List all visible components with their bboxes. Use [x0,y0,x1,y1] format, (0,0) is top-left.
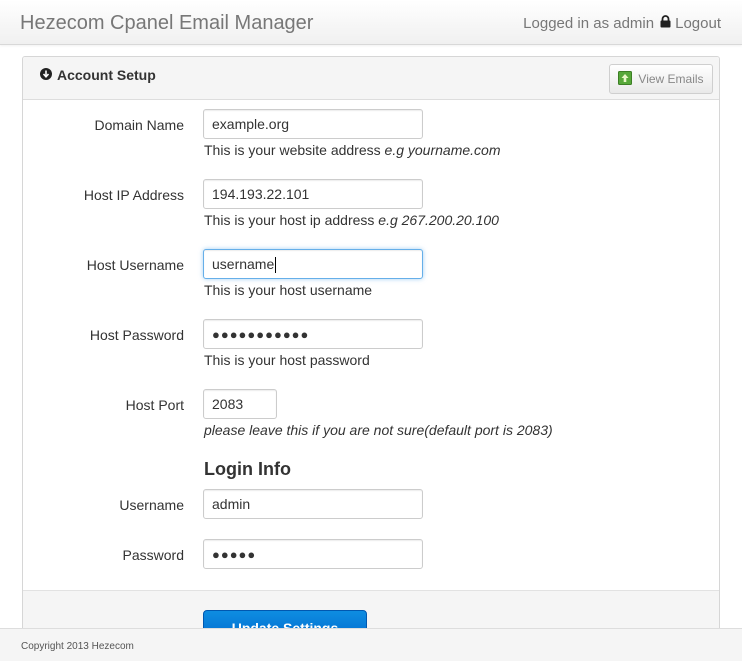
green-up-arrow-icon [618,70,633,88]
account-setup-panel: Account Setup View Emails Domain Name ex… [22,56,720,646]
panel-title: Account Setup [40,67,156,83]
host-ip-input[interactable]: 194.193.22.101 [203,179,423,209]
password-input[interactable]: ●●●●● [203,539,423,569]
domain-name-input[interactable]: example.org [203,109,423,139]
host-ip-label: Host IP Address [83,187,184,203]
login-info-heading: Login Info [204,459,291,479]
host-port-label: Host Port [125,397,184,413]
domain-name-label: Domain Name [94,117,184,133]
host-ip-help-example: e.g 267.200.20.100 [378,212,499,228]
domain-help-example: e.g yourname.com [384,142,501,158]
username-value: admin [212,496,251,512]
username-label: Username [119,497,184,513]
host-ip-value: 194.193.22.101 [212,186,310,202]
host-port-help: please leave this if you are not sure(de… [204,422,553,438]
host-password-input[interactable]: ●●●●●●●●●●● [203,319,423,349]
domain-help-text: This is your website address [204,142,381,158]
logged-in-text: Logged in as admin [523,15,655,32]
logout-link[interactable]: Logout [675,15,721,32]
host-ip-help: This is your host ip address e.g 267.200… [204,212,499,228]
panel-header: Account Setup View Emails [23,57,719,100]
host-username-label: Host Username [86,257,184,273]
top-navbar: Hezecom Cpanel Email Manager Logged in a… [0,0,742,45]
host-password-label: Host Password [89,327,184,343]
host-ip-help-text: This is your host ip address [204,212,375,228]
host-username-value: username [212,256,275,272]
circle-arrow-down-icon [40,67,52,83]
view-emails-button[interactable]: View Emails [609,64,713,94]
host-username-help: This is your host username [204,282,373,298]
host-username-input[interactable]: username [203,249,423,279]
host-password-help: This is your host password [204,352,370,368]
host-port-input[interactable]: 2083 [203,389,277,419]
view-emails-label: View Emails [638,72,704,86]
copyright-text: Copyright 2013 Hezecom [21,641,134,652]
host-port-value: 2083 [212,396,244,412]
domain-name-value: example.org [212,116,290,132]
host-password-value: ●●●●●●●●●●● [212,327,310,342]
username-input[interactable]: admin [203,489,423,519]
panel-title-text: Account Setup [57,67,156,83]
text-caret [275,257,277,274]
page-footer: Copyright 2013 Hezecom [0,628,742,661]
password-value: ●●●●● [212,547,257,562]
lock-icon [660,15,671,32]
domain-name-help: This is your website address e.g yournam… [204,142,500,158]
app-brand[interactable]: Hezecom Cpanel Email Manager [20,12,313,35]
password-label: Password [122,547,184,563]
user-area: Logged in as admin Logout [523,15,721,32]
